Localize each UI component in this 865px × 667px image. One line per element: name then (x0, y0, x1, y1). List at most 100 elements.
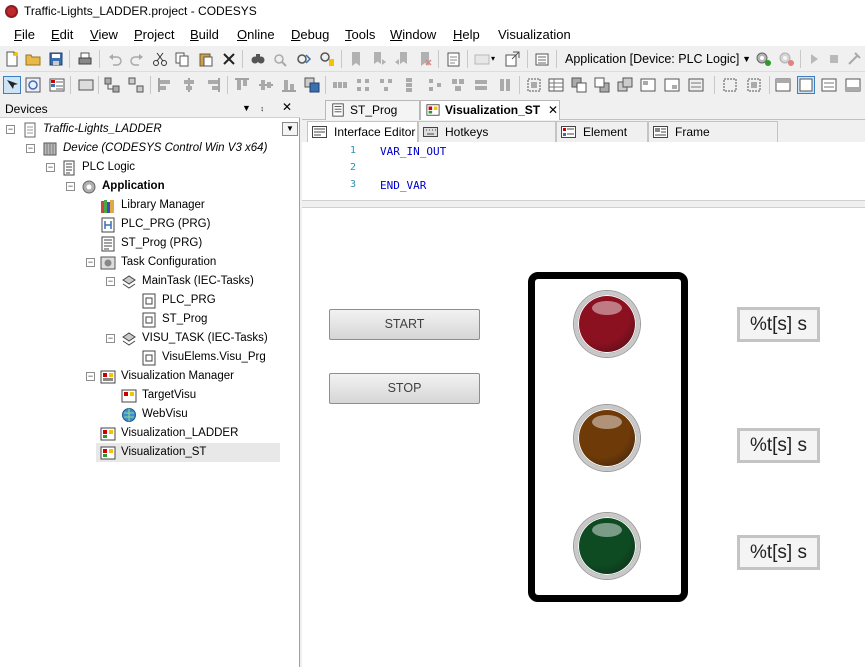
make-same-height-icon[interactable] (497, 77, 513, 93)
new-file-icon[interactable] (4, 51, 20, 67)
distribute-grid-icon[interactable] (355, 77, 371, 93)
panel-menu-dropdown-icon[interactable]: ▼ (242, 103, 251, 113)
make-same-size-icon[interactable] (450, 77, 466, 93)
undo-icon[interactable] (107, 51, 123, 67)
menu-tools[interactable]: Tools (345, 27, 375, 42)
frame-icon[interactable] (78, 77, 94, 93)
pin-icon[interactable]: ⨾ (261, 100, 263, 115)
frame-configure-icon[interactable] (640, 77, 656, 93)
save-icon[interactable] (48, 51, 64, 67)
traffic-light-housing[interactable] (528, 272, 688, 602)
tree-item-plc-logic[interactable]: − PLC Logic (0, 158, 280, 177)
tree-item-visu-prg[interactable]: VisuElems.Visu_Prg (0, 348, 280, 367)
ungroup-icon[interactable] (128, 77, 144, 93)
subtab-hotkeys-configuration[interactable]: Hotkeys Configuration (418, 121, 556, 159)
green-lamp[interactable] (574, 513, 640, 579)
tree-item-maintask-st-prog[interactable]: ST_Prog (0, 310, 280, 329)
tree-options-dropdown[interactable]: ▼ (282, 122, 298, 136)
tab-visualization-st[interactable]: Visualization_ST ✕ (420, 100, 560, 121)
layout-top-icon[interactable] (775, 77, 791, 93)
distribute-h-icon[interactable] (332, 77, 348, 93)
menu-edit[interactable]: Edit (51, 27, 73, 42)
distribute-grid-2-icon[interactable] (378, 77, 394, 93)
interface-icon[interactable] (688, 77, 704, 93)
make-same-width-icon[interactable] (473, 77, 489, 93)
align-hcenter-icon[interactable] (181, 77, 197, 93)
paste-icon[interactable] (198, 51, 214, 67)
tree-item-targetvisu[interactable]: TargetVisu (0, 386, 280, 405)
zoom-icon[interactable] (25, 77, 41, 93)
layout-bottom-icon[interactable] (845, 77, 861, 93)
yellow-lamp[interactable] (574, 405, 640, 471)
cut-icon[interactable] (152, 51, 168, 67)
delete-icon[interactable] (221, 51, 237, 67)
menu-file[interactable]: File (14, 27, 35, 42)
yellow-time-label[interactable]: %t[s] s (737, 428, 820, 463)
back-icon[interactable] (594, 77, 610, 93)
bookmark-icon[interactable] (348, 51, 364, 67)
visualization-canvas[interactable]: START STOP %t[s] s %t[s] s %t[s] s (302, 208, 865, 667)
align-top-icon[interactable] (234, 77, 250, 93)
tree-item-maintask[interactable]: − MainTask (IEC-Tasks) (0, 272, 280, 291)
export-icon[interactable] (504, 51, 520, 67)
bring-front-icon[interactable] (304, 77, 320, 93)
print-icon[interactable] (77, 51, 93, 67)
copy-icon[interactable] (174, 51, 190, 67)
tree-item-plc-prg[interactable]: PLC_PRG (PRG) (0, 215, 280, 234)
tree-item-visualization-manager[interactable]: − Visualization Manager (0, 367, 280, 386)
object-add-icon[interactable] (474, 51, 490, 67)
tree-item-maintask-plc-prg[interactable]: PLC_PRG (0, 291, 280, 310)
start-button[interactable]: START (329, 309, 480, 340)
select-mode-icon[interactable] (3, 76, 21, 94)
bookmark-clear-icon[interactable] (417, 51, 433, 67)
select-frame-icon[interactable] (746, 77, 762, 93)
logout-icon[interactable] (778, 51, 794, 67)
tree-item-project[interactable]: − Traffic-Lights_LADDER (0, 120, 280, 139)
distribute-v-2-icon[interactable] (427, 77, 443, 93)
layout-selected-icon[interactable] (797, 76, 815, 94)
menu-debug[interactable]: Debug (291, 27, 329, 42)
align-right-icon[interactable] (205, 77, 221, 93)
close-tab-icon[interactable]: ✕ (548, 101, 558, 119)
red-time-label[interactable]: %t[s] s (737, 307, 820, 342)
select-all-icon[interactable] (722, 77, 738, 93)
menu-build[interactable]: Build (190, 27, 219, 42)
menu-project[interactable]: Project (134, 27, 174, 42)
find-replace-icon[interactable] (273, 51, 289, 67)
table-icon[interactable] (548, 77, 564, 93)
align-bottom-icon[interactable] (281, 77, 297, 93)
active-application-combo[interactable]: Application [Device: PLC Logic] ▼ (563, 49, 753, 69)
distribute-v-icon[interactable] (401, 77, 417, 93)
align-left-icon[interactable] (157, 77, 173, 93)
interface-code-editor[interactable]: 1 VAR_IN_OUT 2 3 END_VAR (302, 142, 865, 200)
menu-window[interactable]: Window (390, 27, 436, 42)
menu-visualization[interactable]: Visualization (498, 27, 571, 42)
frame-select-icon[interactable] (526, 77, 542, 93)
clipboard-icon[interactable] (446, 51, 462, 67)
green-time-label[interactable]: %t[s] s (737, 535, 820, 570)
tree-item-st-prog[interactable]: ST_Prog (PRG) (0, 234, 280, 253)
subtab-frame-configuration[interactable]: Frame Configuration (648, 121, 778, 159)
tree-item-visualization-ladder[interactable]: Visualization_LADDER (0, 424, 280, 443)
tree-item-device[interactable]: − Device (CODESYS Control Win V3 x64) (0, 139, 280, 158)
bookmark-prev-icon[interactable] (394, 51, 410, 67)
bookmark-next-icon[interactable] (371, 51, 387, 67)
menu-help[interactable]: Help (453, 27, 480, 42)
login-icon[interactable] (755, 51, 771, 67)
subtab-element-list[interactable]: Element List (556, 121, 648, 159)
tree-item-library-manager[interactable]: Library Manager (0, 196, 280, 215)
start-icon[interactable] (806, 51, 822, 67)
align-vcenter-icon[interactable] (258, 77, 274, 93)
redo-icon[interactable] (129, 51, 145, 67)
find-icon[interactable] (250, 51, 266, 67)
open-folder-icon[interactable] (25, 51, 41, 67)
stop-icon[interactable] (826, 51, 842, 67)
close-panel-icon[interactable]: ✕ (282, 100, 292, 114)
subtab-interface-editor[interactable]: Interface Editor (307, 121, 418, 142)
stop-button[interactable]: STOP (329, 373, 480, 404)
reset-icon[interactable] (846, 51, 862, 67)
layout-list-icon[interactable] (821, 77, 837, 93)
tree-item-visualization-st[interactable]: Visualization_ST (96, 443, 280, 462)
menu-view[interactable]: View (90, 27, 118, 42)
editor-splitter[interactable] (302, 200, 865, 208)
